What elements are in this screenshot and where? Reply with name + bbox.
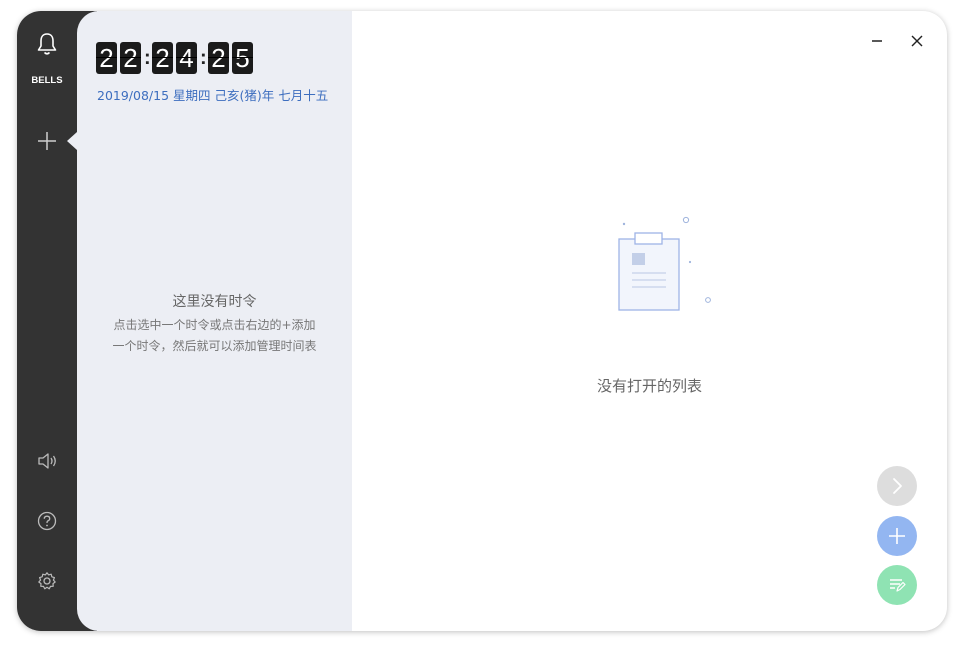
bell-icon[interactable] xyxy=(17,31,77,57)
clock-digit: 2 xyxy=(96,42,117,74)
empty-list-hint-line1: 点击选中一个时令或点击右边的+添加 xyxy=(113,318,316,332)
clock-separator: : xyxy=(200,47,207,69)
add-list-button[interactable] xyxy=(877,516,917,556)
clock-separator: : xyxy=(144,47,151,69)
close-icon xyxy=(911,35,923,47)
next-button[interactable] xyxy=(877,466,917,506)
empty-list-hint-line2: 一个时令，然后就可以添加管理时间表 xyxy=(112,339,317,353)
close-button[interactable] xyxy=(907,31,927,51)
selection-pointer xyxy=(67,132,77,150)
empty-bell-list: 这里没有时令 点击选中一个时令或点击右边的+添加 一个时令，然后就可以添加管理时… xyxy=(77,291,352,357)
list-edit-icon xyxy=(890,579,906,592)
speaker-icon[interactable] xyxy=(17,451,77,471)
app-window: BELLS 2 2: 2 4: 2 5 2019/08/15 星期四 己亥(… xyxy=(17,11,947,631)
clock-digit: 2 xyxy=(152,42,173,74)
minimize-button[interactable] xyxy=(867,31,887,51)
chevron-right-icon xyxy=(893,478,902,494)
app-name-label: BELLS xyxy=(31,75,63,86)
help-icon[interactable] xyxy=(17,511,77,531)
date-label: 2019/08/15 星期四 己亥(猪)年 七月十五 xyxy=(97,88,329,103)
minimize-icon xyxy=(872,40,882,42)
plus-icon xyxy=(889,528,905,544)
clipboard-icon xyxy=(607,211,722,325)
bell-list-panel: 2 2 : 2 4 : 2 5 2019/08/15 星期四 己亥(猪)年 七月… xyxy=(67,11,352,631)
empty-list-title: 这里没有时令 xyxy=(172,294,257,310)
clock-digit: 4 xyxy=(176,42,197,74)
flip-clock: 2 2 : 2 4 : 2 5 xyxy=(96,42,256,74)
no-open-list-text: 没有打开的列表 xyxy=(596,377,702,395)
clock-digit: 2 xyxy=(208,42,229,74)
gear-icon[interactable] xyxy=(17,571,77,591)
clock-digit: 2 xyxy=(120,42,141,74)
clock-digit: 5 xyxy=(232,42,253,74)
edit-list-button[interactable] xyxy=(877,565,917,605)
